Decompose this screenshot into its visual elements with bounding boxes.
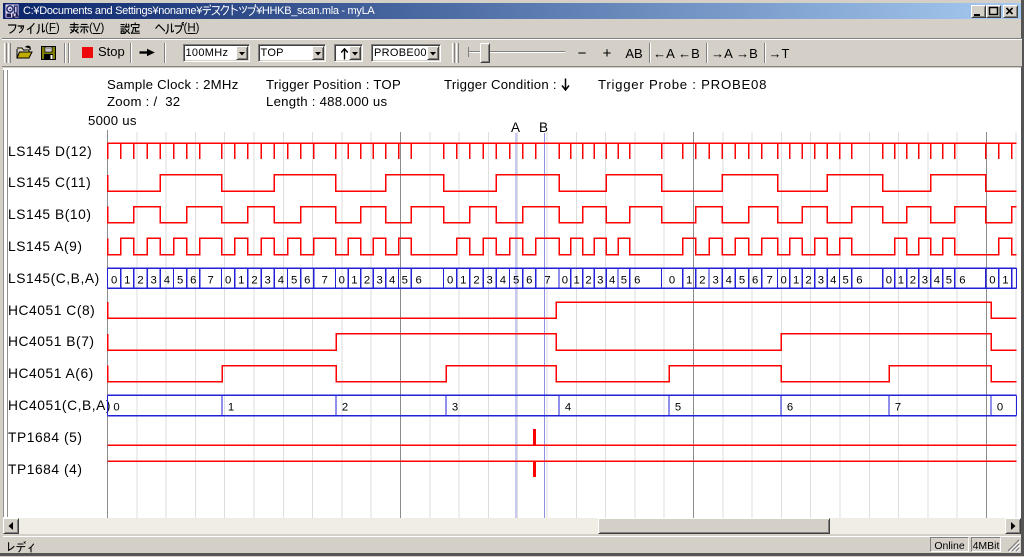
svg-text:4: 4 bbox=[830, 274, 836, 286]
svg-text:2: 2 bbox=[699, 274, 705, 286]
svg-text:5: 5 bbox=[621, 274, 627, 286]
svg-text:0: 0 bbox=[225, 274, 231, 286]
svg-text:4: 4 bbox=[726, 274, 732, 286]
svg-text:1: 1 bbox=[1002, 274, 1008, 286]
svg-text:2: 2 bbox=[473, 274, 479, 286]
svg-text:1: 1 bbox=[793, 274, 799, 286]
svg-text:1: 1 bbox=[574, 274, 580, 286]
svg-text:5: 5 bbox=[675, 402, 681, 414]
svg-text:2: 2 bbox=[910, 274, 916, 286]
svg-text:7: 7 bbox=[322, 274, 328, 286]
svg-text:5: 5 bbox=[402, 274, 408, 286]
svg-text:4: 4 bbox=[389, 274, 395, 286]
svg-text:5: 5 bbox=[739, 274, 745, 286]
svg-text:4: 4 bbox=[565, 402, 571, 414]
svg-text:1: 1 bbox=[238, 274, 244, 286]
svg-text:6: 6 bbox=[634, 274, 640, 286]
svg-text:5: 5 bbox=[513, 274, 519, 286]
svg-text:1: 1 bbox=[686, 274, 692, 286]
svg-text:3: 3 bbox=[265, 274, 271, 286]
svg-text:1: 1 bbox=[351, 274, 357, 286]
svg-text:6: 6 bbox=[526, 274, 532, 286]
svg-text:1: 1 bbox=[124, 274, 130, 286]
svg-text:2: 2 bbox=[137, 274, 143, 286]
svg-text:1: 1 bbox=[460, 274, 466, 286]
svg-text:4: 4 bbox=[278, 274, 284, 286]
svg-text:4: 4 bbox=[500, 274, 506, 286]
svg-text:0: 0 bbox=[339, 274, 345, 286]
svg-text:6: 6 bbox=[190, 274, 196, 286]
svg-text:6: 6 bbox=[787, 402, 793, 414]
svg-text:0: 0 bbox=[886, 274, 892, 286]
svg-text:3: 3 bbox=[376, 274, 382, 286]
svg-text:3: 3 bbox=[452, 402, 458, 414]
svg-text:2: 2 bbox=[342, 402, 348, 414]
svg-text:7: 7 bbox=[208, 274, 214, 286]
svg-text:2: 2 bbox=[364, 274, 370, 286]
svg-text:0: 0 bbox=[669, 274, 675, 286]
svg-text:4: 4 bbox=[609, 274, 615, 286]
svg-text:2: 2 bbox=[251, 274, 257, 286]
svg-text:0: 0 bbox=[562, 274, 568, 286]
svg-text:0: 0 bbox=[111, 274, 117, 286]
svg-text:6: 6 bbox=[415, 274, 421, 286]
svg-text:7: 7 bbox=[767, 274, 773, 286]
svg-text:5: 5 bbox=[843, 274, 849, 286]
svg-text:1: 1 bbox=[898, 274, 904, 286]
svg-text:0: 0 bbox=[113, 402, 119, 414]
svg-text:0: 0 bbox=[997, 402, 1003, 414]
svg-text:6: 6 bbox=[752, 274, 758, 286]
svg-text:2: 2 bbox=[585, 274, 591, 286]
svg-text:2: 2 bbox=[805, 274, 811, 286]
svg-text:3: 3 bbox=[712, 274, 718, 286]
svg-text:6: 6 bbox=[959, 274, 965, 286]
svg-text:0: 0 bbox=[989, 274, 995, 286]
svg-text:7: 7 bbox=[895, 402, 901, 414]
svg-text:3: 3 bbox=[922, 274, 928, 286]
svg-text:5: 5 bbox=[177, 274, 183, 286]
svg-text:1: 1 bbox=[228, 402, 234, 414]
svg-text:3: 3 bbox=[487, 274, 493, 286]
svg-text:3: 3 bbox=[818, 274, 824, 286]
svg-text:6: 6 bbox=[856, 274, 862, 286]
svg-text:6: 6 bbox=[304, 274, 310, 286]
svg-text:5: 5 bbox=[291, 274, 297, 286]
svg-text:3: 3 bbox=[151, 274, 157, 286]
svg-text:5: 5 bbox=[946, 274, 952, 286]
svg-text:0: 0 bbox=[447, 274, 453, 286]
svg-text:7: 7 bbox=[544, 274, 550, 286]
svg-text:4: 4 bbox=[934, 274, 940, 286]
svg-text:0: 0 bbox=[781, 274, 787, 286]
svg-text:4: 4 bbox=[164, 274, 170, 286]
svg-text:3: 3 bbox=[597, 274, 603, 286]
